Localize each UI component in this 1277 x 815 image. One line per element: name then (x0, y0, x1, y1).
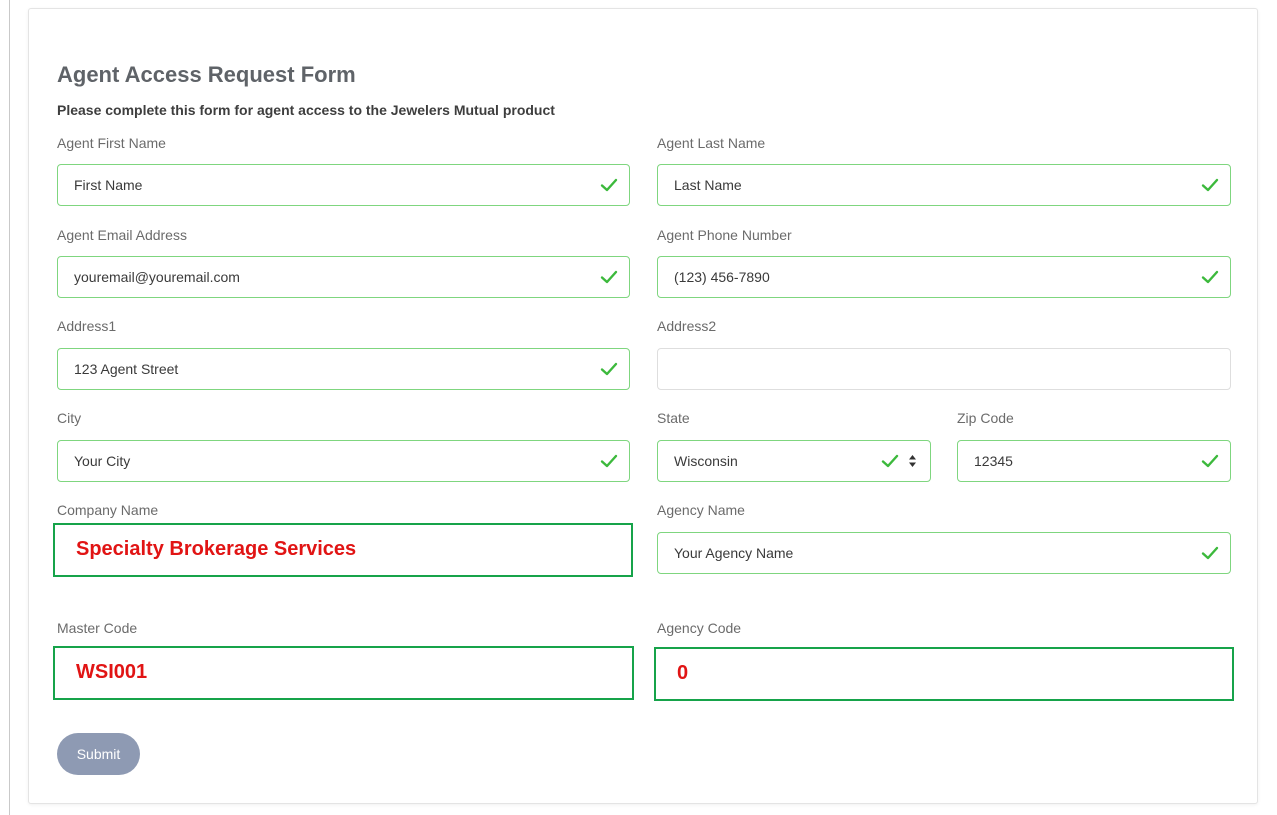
address2-label: Address2 (657, 318, 717, 334)
agency-code-label: Agency Code (657, 620, 742, 636)
check-icon (600, 454, 618, 468)
agency-code-field[interactable]: 0 (654, 647, 1234, 701)
address2-field[interactable] (657, 348, 1231, 390)
first-name-value: First Name (74, 177, 143, 193)
last-name-field[interactable]: Last Name (657, 164, 1231, 206)
submit-button[interactable]: Submit (57, 733, 140, 775)
last-name-label: Agent Last Name (657, 135, 766, 151)
master-code-field[interactable]: WSI001 (53, 646, 634, 700)
check-icon (600, 270, 618, 284)
state-select[interactable]: Wisconsin (657, 440, 931, 482)
company-name-value: Specialty Brokerage Services (76, 538, 357, 560)
agency-name-field[interactable]: Your Agency Name (657, 532, 1231, 574)
company-name-field[interactable]: Specialty Brokerage Services (53, 523, 633, 577)
phone-value: (123) 456-7890 (674, 269, 770, 285)
state-label: State (657, 410, 690, 426)
agency-name-label: Agency Name (657, 502, 745, 518)
email-field[interactable]: youremail@youremail.com (57, 256, 630, 298)
email-label: Agent Email Address (57, 227, 187, 243)
email-value: youremail@youremail.com (74, 269, 240, 285)
master-code-value: WSI001 (76, 661, 148, 683)
master-code-label: Master Code (57, 620, 138, 636)
check-icon (600, 178, 618, 192)
address1-label: Address1 (57, 318, 117, 334)
city-label: City (57, 410, 82, 426)
zip-label: Zip Code (957, 410, 1014, 426)
check-icon (1201, 178, 1219, 192)
phone-field[interactable]: (123) 456-7890 (657, 256, 1231, 298)
last-name-value: Last Name (674, 177, 742, 193)
state-value: Wisconsin (674, 453, 738, 469)
check-icon (1201, 546, 1219, 560)
address1-field[interactable]: 123 Agent Street (57, 348, 630, 390)
form-title: Agent Access Request Form (57, 62, 356, 87)
check-icon (1201, 270, 1219, 284)
company-name-label: Company Name (57, 502, 159, 518)
agency-name-value: Your Agency Name (674, 545, 794, 561)
check-icon (600, 362, 618, 376)
zip-field[interactable]: 12345 (957, 440, 1231, 482)
phone-label: Agent Phone Number (657, 227, 792, 243)
zip-value: 12345 (974, 453, 1013, 469)
page-edge-line (9, 0, 10, 815)
agency-code-value: 0 (677, 662, 689, 684)
first-name-label: Agent First Name (57, 135, 166, 151)
city-field[interactable]: Your City (57, 440, 630, 482)
form-subtitle: Please complete this form for agent acce… (57, 102, 555, 118)
first-name-field[interactable]: First Name (57, 164, 630, 206)
address1-value: 123 Agent Street (74, 361, 179, 377)
check-icon (1201, 454, 1219, 468)
sort-arrows-icon (909, 455, 916, 467)
city-value: Your City (74, 453, 131, 469)
check-icon (881, 454, 899, 468)
